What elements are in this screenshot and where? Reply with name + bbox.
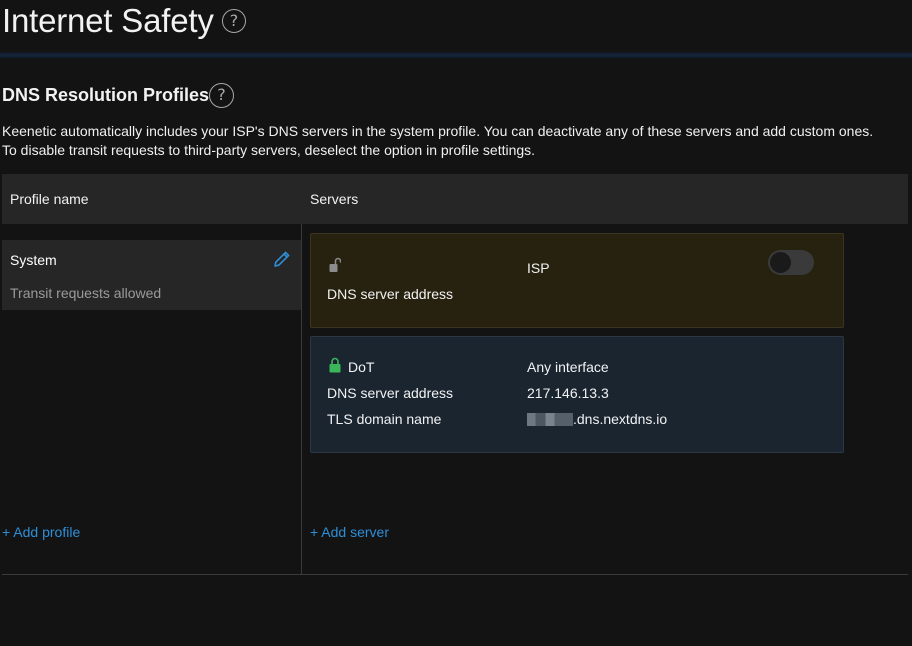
header-divider <box>0 52 912 58</box>
dns-server-address-value: 217.146.13.3 <box>527 385 609 401</box>
tls-domain-name-label: TLS domain name <box>327 411 442 427</box>
tls-domain-suffix: .dns.nextdns.io <box>573 411 668 427</box>
column-header-servers: Servers <box>310 191 359 207</box>
section-help-icon[interactable]: ? <box>209 83 234 108</box>
profile-name: System <box>10 252 57 268</box>
table-bottom-divider <box>2 574 908 575</box>
toggle-knob <box>770 252 791 273</box>
lock-closed-icon <box>329 357 341 373</box>
profile-row-system[interactable]: System Transit requests allowed <box>2 240 301 310</box>
redacted-text <box>527 413 573 426</box>
server-type: ISP <box>527 260 550 276</box>
table-header: Profile name Servers <box>2 174 908 224</box>
section-title: DNS Resolution Profiles <box>2 85 210 105</box>
add-server-link[interactable]: + Add server <box>310 524 389 540</box>
description-line-1: Keenetic automatically includes your ISP… <box>2 123 874 139</box>
tls-domain-name-value: .dns.nextdns.io <box>527 411 667 427</box>
profile-transit-status: Transit requests allowed <box>10 285 162 301</box>
server-interface: Any interface <box>527 359 609 375</box>
page-title: Internet Safety <box>2 2 214 39</box>
add-profile-link[interactable]: + Add profile <box>2 524 80 540</box>
section-description: Keenetic automatically includes your ISP… <box>2 122 902 160</box>
server-enable-toggle[interactable] <box>768 250 814 275</box>
lock-open-icon <box>329 257 341 272</box>
server-card-isp[interactable]: ISP DNS server address <box>310 233 844 328</box>
dns-server-address-label: DNS server address <box>327 385 454 401</box>
help-icon[interactable]: ? <box>222 9 246 33</box>
pencil-icon[interactable] <box>272 249 292 269</box>
description-line-2: To disable transit requests to third-par… <box>2 142 536 158</box>
column-divider <box>301 224 302 574</box>
server-card-dot[interactable]: DoT Any interface DNS server address 217… <box>310 336 844 453</box>
dns-server-address-label: DNS server address <box>327 286 454 302</box>
column-header-profile-name: Profile name <box>10 191 89 207</box>
server-protocol: DoT <box>348 359 375 375</box>
